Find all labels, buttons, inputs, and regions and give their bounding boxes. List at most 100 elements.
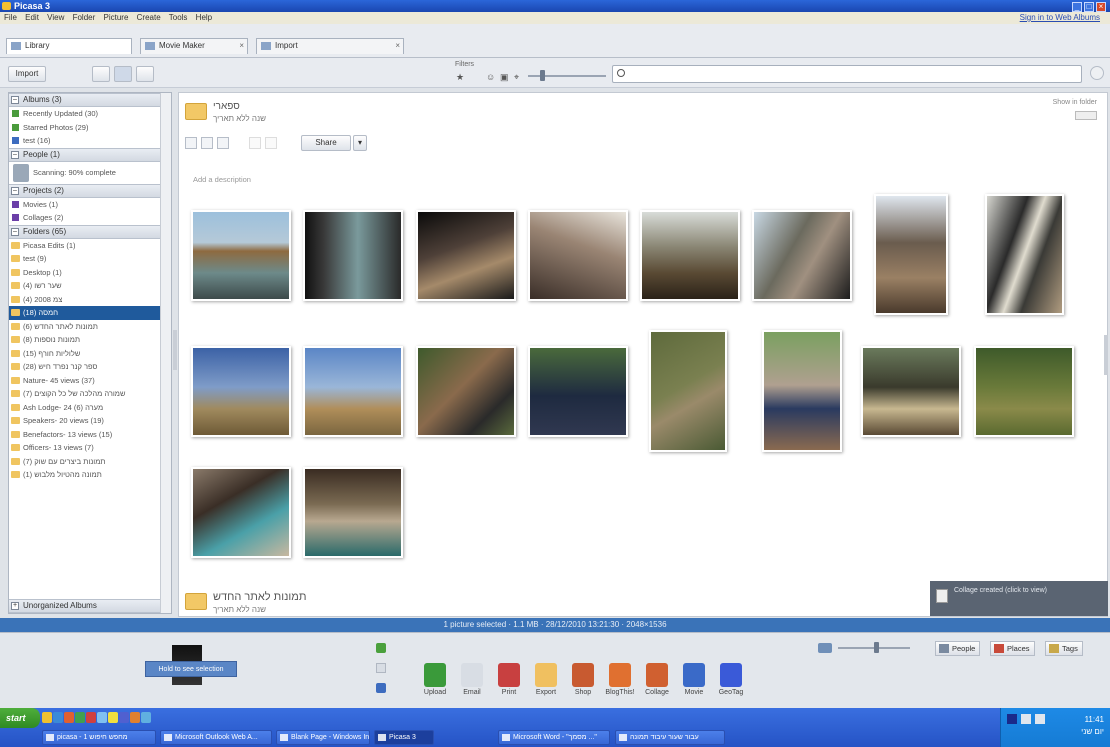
- taskbar-button[interactable]: עבור שעור עיבוד תמונה: [615, 730, 725, 745]
- people-header[interactable]: – People (1): [9, 147, 171, 162]
- close-icon[interactable]: ×: [1096, 2, 1106, 12]
- quick-launch-icon[interactable]: [75, 712, 85, 723]
- photo-thumbnail[interactable]: [416, 210, 516, 301]
- close-tab-icon[interactable]: ×: [395, 39, 400, 53]
- share-dropdown-icon[interactable]: ▾: [353, 135, 367, 151]
- album-item[interactable]: Starred Photos (29): [9, 121, 171, 135]
- tray-icon[interactable]: [1035, 714, 1045, 724]
- collapse-icon[interactable]: –: [11, 150, 19, 159]
- view-people-icon[interactable]: [92, 66, 110, 82]
- tab-library[interactable]: Library: [6, 38, 132, 54]
- tray-action-button[interactable]: Shop: [568, 663, 598, 696]
- tray-action-button[interactable]: Email: [457, 663, 487, 696]
- quick-launch-icon[interactable]: [53, 712, 63, 723]
- movie-icon[interactable]: [217, 137, 229, 149]
- menu-help[interactable]: Help: [196, 13, 212, 22]
- menu-view[interactable]: View: [47, 13, 64, 22]
- tray-action-button[interactable]: BlogThis!: [605, 663, 635, 696]
- folder-item[interactable]: Picasa Edits (1): [9, 239, 171, 253]
- taskbar-button[interactable]: Microsoft Outlook Web A...: [160, 730, 272, 745]
- people-button[interactable]: People: [935, 641, 981, 656]
- folder-item[interactable]: חמסה (18): [9, 306, 171, 320]
- tray-action-button[interactable]: Upload: [420, 663, 450, 696]
- filter-geotag-icon[interactable]: ⌖: [514, 72, 519, 83]
- share-button[interactable]: Share: [301, 135, 351, 151]
- folder-item[interactable]: תמונות ביצרים עם שוק (7): [9, 455, 171, 469]
- tray-icon[interactable]: [1021, 714, 1031, 724]
- second-folder-title[interactable]: תמונות לאתר החדש: [213, 591, 306, 603]
- clear-search-icon[interactable]: [1090, 66, 1104, 80]
- hold-selection-button[interactable]: Hold to see selection: [145, 661, 237, 677]
- maximize-icon[interactable]: □: [1084, 2, 1094, 12]
- tray-action-button[interactable]: GeoTag: [716, 663, 746, 696]
- folder-item[interactable]: ספר קנר נפרד חיש (28): [9, 360, 171, 374]
- photo-thumbnail[interactable]: [303, 467, 403, 558]
- folder-item[interactable]: תמונה מהטיול מלבוש (1): [9, 468, 171, 482]
- view-timeline-icon[interactable]: [136, 66, 154, 82]
- taskbar-button[interactable]: picasa - 1 מחפש חיפוש: [42, 730, 156, 745]
- taskbar-button[interactable]: Microsoft Word - "מסמך ...": [498, 730, 610, 745]
- people-item[interactable]: Scanning: 90% complete: [9, 162, 171, 184]
- filter-people-icon[interactable]: ☺: [486, 72, 495, 82]
- taskbar-button[interactable]: Picasa 3: [374, 730, 434, 745]
- collage-icon[interactable]: [201, 137, 213, 149]
- menu-picture[interactable]: Picture: [104, 13, 129, 22]
- photo-thumbnail[interactable]: [974, 346, 1074, 437]
- tags-button[interactable]: Tags: [1045, 641, 1083, 656]
- notification-popup[interactable]: Collage created (click to view): [930, 581, 1108, 616]
- view-grid-icon[interactable]: [114, 66, 132, 82]
- unorganized-header[interactable]: + Unorganized Albums: [9, 599, 171, 613]
- quick-launch-icon[interactable]: [108, 712, 118, 723]
- photo-thumbnail[interactable]: [303, 346, 403, 437]
- folder-item[interactable]: שלוליות חורף (15): [9, 347, 171, 361]
- folder-item[interactable]: Nature- 45 views (37): [9, 374, 171, 388]
- right-splitter[interactable]: [1104, 335, 1108, 375]
- tray-icon[interactable]: [1007, 714, 1017, 724]
- collapse-icon[interactable]: –: [11, 186, 19, 195]
- quick-launch-icon[interactable]: [141, 712, 151, 723]
- folder-item[interactable]: Ash Lodge- 24 מערה (6): [9, 401, 171, 415]
- taskbar-button[interactable]: Blank Page - Windows In...: [276, 730, 370, 745]
- clear-tray-icon[interactable]: [376, 663, 386, 673]
- photo-thumbnail[interactable]: [649, 330, 727, 452]
- photo-thumbnail[interactable]: [191, 210, 291, 301]
- panel-splitter[interactable]: [173, 330, 177, 370]
- left-panel-scrollbar[interactable]: [160, 93, 171, 613]
- minimize-icon[interactable]: _: [1072, 2, 1082, 12]
- tab-movie-maker[interactable]: Movie Maker ×: [140, 38, 248, 54]
- folder-description[interactable]: Add a description: [193, 175, 251, 184]
- expand-icon[interactable]: +: [11, 602, 19, 610]
- tray-action-button[interactable]: Movie: [679, 663, 709, 696]
- menu-folder[interactable]: Folder: [73, 13, 96, 22]
- project-item[interactable]: Movies (1): [9, 198, 171, 212]
- album-item[interactable]: test (16): [9, 134, 171, 148]
- photo-thumbnail[interactable]: [191, 467, 291, 558]
- filter-slider-knob[interactable]: [540, 70, 545, 81]
- folder-item[interactable]: תמונות לאתר החדש (6): [9, 320, 171, 334]
- start-button[interactable]: start: [0, 708, 40, 728]
- clock[interactable]: 11:41 יום שני: [1081, 714, 1104, 738]
- menu-file[interactable]: File: [4, 13, 17, 22]
- menu-edit[interactable]: Edit: [25, 13, 39, 22]
- photo-thumbnail[interactable]: [528, 346, 628, 437]
- collapse-icon[interactable]: –: [11, 96, 19, 104]
- tray-action-button[interactable]: Print: [494, 663, 524, 696]
- project-item[interactable]: Collages (2): [9, 211, 171, 225]
- folder-item[interactable]: Officers- 13 views (7): [9, 441, 171, 455]
- photo-thumbnail[interactable]: [874, 194, 948, 315]
- photo-thumbnail[interactable]: [640, 210, 740, 301]
- collapse-icon[interactable]: –: [11, 227, 19, 236]
- photo-thumbnail[interactable]: [528, 210, 628, 301]
- quick-launch-icon[interactable]: [130, 712, 140, 723]
- folder-item[interactable]: שמורה מהלכה של כל הקוצים (7): [9, 387, 171, 401]
- quick-launch-icon[interactable]: [97, 712, 107, 723]
- photo-thumbnail[interactable]: [303, 210, 403, 301]
- search-input[interactable]: [612, 65, 1082, 83]
- folder-item[interactable]: Speakers- 20 views (19): [9, 414, 171, 428]
- add-to-album-icon[interactable]: [376, 683, 386, 693]
- folders-header[interactable]: – Folders (65): [9, 224, 171, 239]
- folder-item[interactable]: תמונות נוספות (8): [9, 333, 171, 347]
- folder-item[interactable]: Benefactors- 13 views (15): [9, 428, 171, 442]
- quick-launch-icon[interactable]: [42, 712, 52, 723]
- sign-in-link[interactable]: Sign in to Web Albums: [1020, 12, 1100, 24]
